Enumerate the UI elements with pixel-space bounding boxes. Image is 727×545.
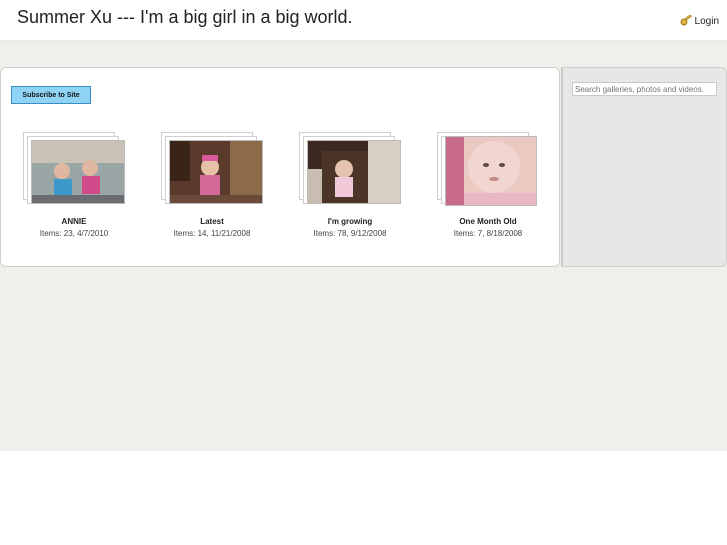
album-card-annie[interactable]: ANNIE Items: 23, 4/7/2010 [9,132,139,238]
album-thumbnail-stack[interactable] [9,132,139,208]
album-meta: Items: 14, 11/21/2008 [173,229,251,238]
subscribe-button[interactable]: Subscribe to Site [11,86,91,104]
album-thumbnail-stack[interactable] [285,132,415,208]
album-title[interactable]: Latest [147,217,277,226]
album-meta: Items: 78, 9/12/2008 [313,229,387,238]
sidebar [561,67,727,267]
album-meta: Items: 7, 8/18/2008 [453,229,523,238]
album-meta: Items: 23, 4/7/2010 [39,229,109,238]
album-title[interactable]: ANNIE [9,217,139,226]
album-title[interactable]: One Month Old [423,217,553,226]
albums-panel: Subscribe to Site ANNIE Items: 23, 4/7/2… [0,67,560,267]
search-input[interactable] [572,82,717,96]
album-title[interactable]: I'm growing [285,217,415,226]
login-link[interactable]: Login [680,14,719,27]
album-photo[interactable] [445,136,537,206]
album-photo[interactable] [307,140,401,204]
album-thumbnail-stack[interactable] [423,132,553,208]
album-card-im-growing[interactable]: I'm growing Items: 78, 9/12/2008 [285,132,415,238]
album-card-one-month-old[interactable]: One Month Old Items: 7, 8/18/2008 [423,132,553,238]
site-title: Summer Xu --- I'm a big girl in a big wo… [17,7,353,27]
album-photo[interactable] [169,140,263,204]
site-header: Summer Xu --- I'm a big girl in a big wo… [0,0,727,40]
key-icon [680,14,693,27]
album-photo[interactable] [31,140,125,204]
album-thumbnail-stack[interactable] [147,132,277,208]
album-card-latest[interactable]: Latest Items: 14, 11/21/2008 [147,132,277,238]
login-label: Login [694,15,719,27]
